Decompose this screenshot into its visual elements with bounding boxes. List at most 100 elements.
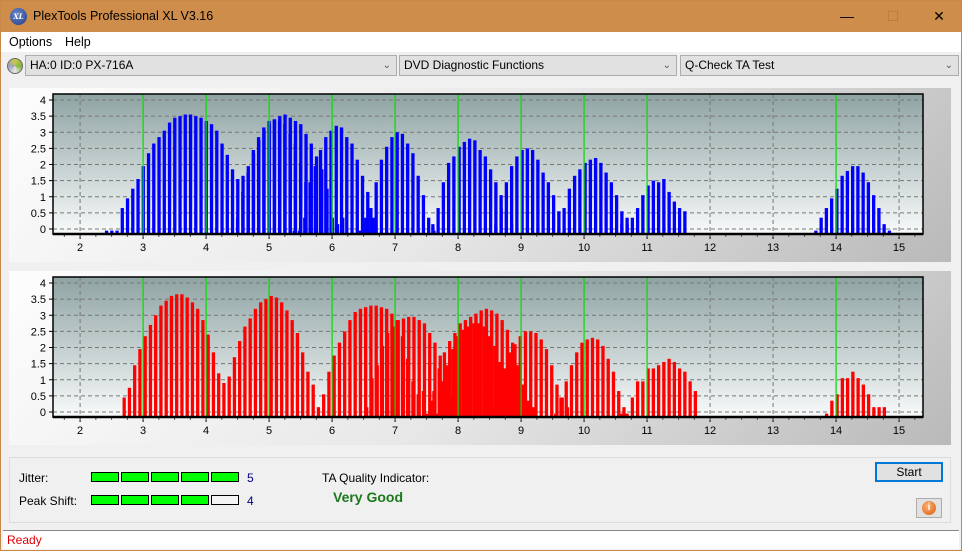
histogram-bar [167,122,172,234]
histogram-bar [148,324,153,417]
jitter-segment [91,472,119,482]
histogram-bar [677,368,682,417]
window-title: PlexTools Professional XL V3.16 [33,9,214,23]
x-tick-label: 4 [203,425,209,437]
histogram-bar [215,130,219,234]
histogram-bar [316,407,321,417]
x-tick-label: 13 [767,242,779,254]
peak-shift-segment [151,495,179,505]
peak-shift-label: Peak Shift: [19,494,78,508]
histogram-bar [277,120,282,234]
histogram-bar [322,394,326,417]
histogram-bar [243,326,247,417]
histogram-bar [508,352,512,417]
histogram-bar [306,371,310,417]
jitter-value: 5 [247,471,254,485]
histogram-bar [133,365,137,417]
histogram-bar [288,133,292,234]
histogram-bar [557,211,561,234]
histogram-bar [436,208,440,234]
x-tick-label: 3 [140,425,146,437]
histogram-bar [606,358,610,417]
histogram-bar [400,133,405,234]
menu-help[interactable]: Help [65,35,91,49]
histogram-bar [227,376,231,417]
histogram-bar [604,172,608,234]
histogram-bar [482,326,486,417]
histogram-bar [343,331,347,417]
histogram-bar [365,407,369,417]
minimize-button[interactable]: — [824,1,870,32]
histogram-bar [461,329,465,417]
histogram-bar [588,159,593,234]
x-tick-label: 3 [140,242,146,254]
x-tick-label: 8 [455,242,461,254]
drive-select[interactable]: HA:0 ID:0 PX-716A ⌄ [25,55,397,76]
histogram-bar [374,182,378,234]
y-tick-label: 0 [40,407,46,419]
histogram-bar [569,365,574,417]
histogram-bar [380,345,385,417]
histogram-bar [395,132,399,234]
histogram-bar [499,208,503,234]
histogram-bar [487,336,492,417]
histogram-bar [206,334,210,417]
histogram-bar [364,217,368,234]
histogram-bar [337,342,342,417]
chevron-down-icon: ⌄ [382,60,391,71]
histogram-bar [651,180,656,234]
histogram-bar [866,182,871,234]
histogram-bar [138,349,142,417]
jitter-segment [121,472,149,482]
histogram-bar [494,224,498,234]
histogram-bar [441,182,446,234]
histogram-bar [488,169,493,234]
jitter-segment [211,472,239,482]
histogram-bar [175,294,179,417]
histogram-bar [222,382,226,417]
histogram-bar [190,302,195,417]
x-tick-label: 11 [641,242,652,254]
histogram-bar [422,323,427,417]
start-button[interactable]: Start [875,462,943,482]
histogram-bar [483,156,488,234]
x-tick-label: 12 [704,242,716,254]
title-bar[interactable]: XL PlexTools Professional XL V3.16 — ☐ ✕ [1,1,961,32]
histogram-bar [407,316,411,417]
histogram-bar [667,191,671,234]
x-tick-label: 9 [518,242,524,254]
histogram-bar [386,332,390,417]
histogram-bar [882,224,886,234]
histogram-bar [467,138,472,234]
results-panel [9,457,951,523]
histogram-bar [856,378,860,417]
close-button[interactable]: ✕ [916,1,962,32]
ta-quality-label: TA Quality Indicator: [322,471,430,485]
function-select[interactable]: DVD Diagnostic Functions ⌄ [399,55,677,76]
histogram-bar [672,201,677,234]
histogram-bar [819,217,823,234]
histogram-bar [572,175,577,234]
x-tick-label: 11 [641,425,652,437]
histogram-bar [131,188,135,234]
histogram-bar [199,117,203,234]
function-select-value: DVD Diagnostic Functions [404,58,545,72]
y-tick-label: 1 [40,375,46,387]
app-window: XL PlexTools Professional XL V3.16 — ☐ ✕… [0,0,962,551]
x-tick-label: 15 [893,242,905,254]
histogram-bar [159,305,163,417]
x-tick-label: 13 [767,425,779,437]
info-button[interactable]: i [916,498,942,518]
histogram-bar [430,400,434,417]
maximize-button[interactable]: ☐ [870,1,916,32]
histogram-bar [324,137,328,234]
histogram-bar [861,384,866,417]
test-select[interactable]: Q-Check TA Test ⌄ [680,55,959,76]
histogram-bar [667,358,671,417]
histogram-bar [194,116,198,234]
menu-options[interactable]: Options [9,35,52,49]
histogram-bar [851,166,855,234]
x-tick-label: 10 [578,242,590,254]
histogram-bar [127,387,132,417]
histogram-bar [617,391,621,417]
